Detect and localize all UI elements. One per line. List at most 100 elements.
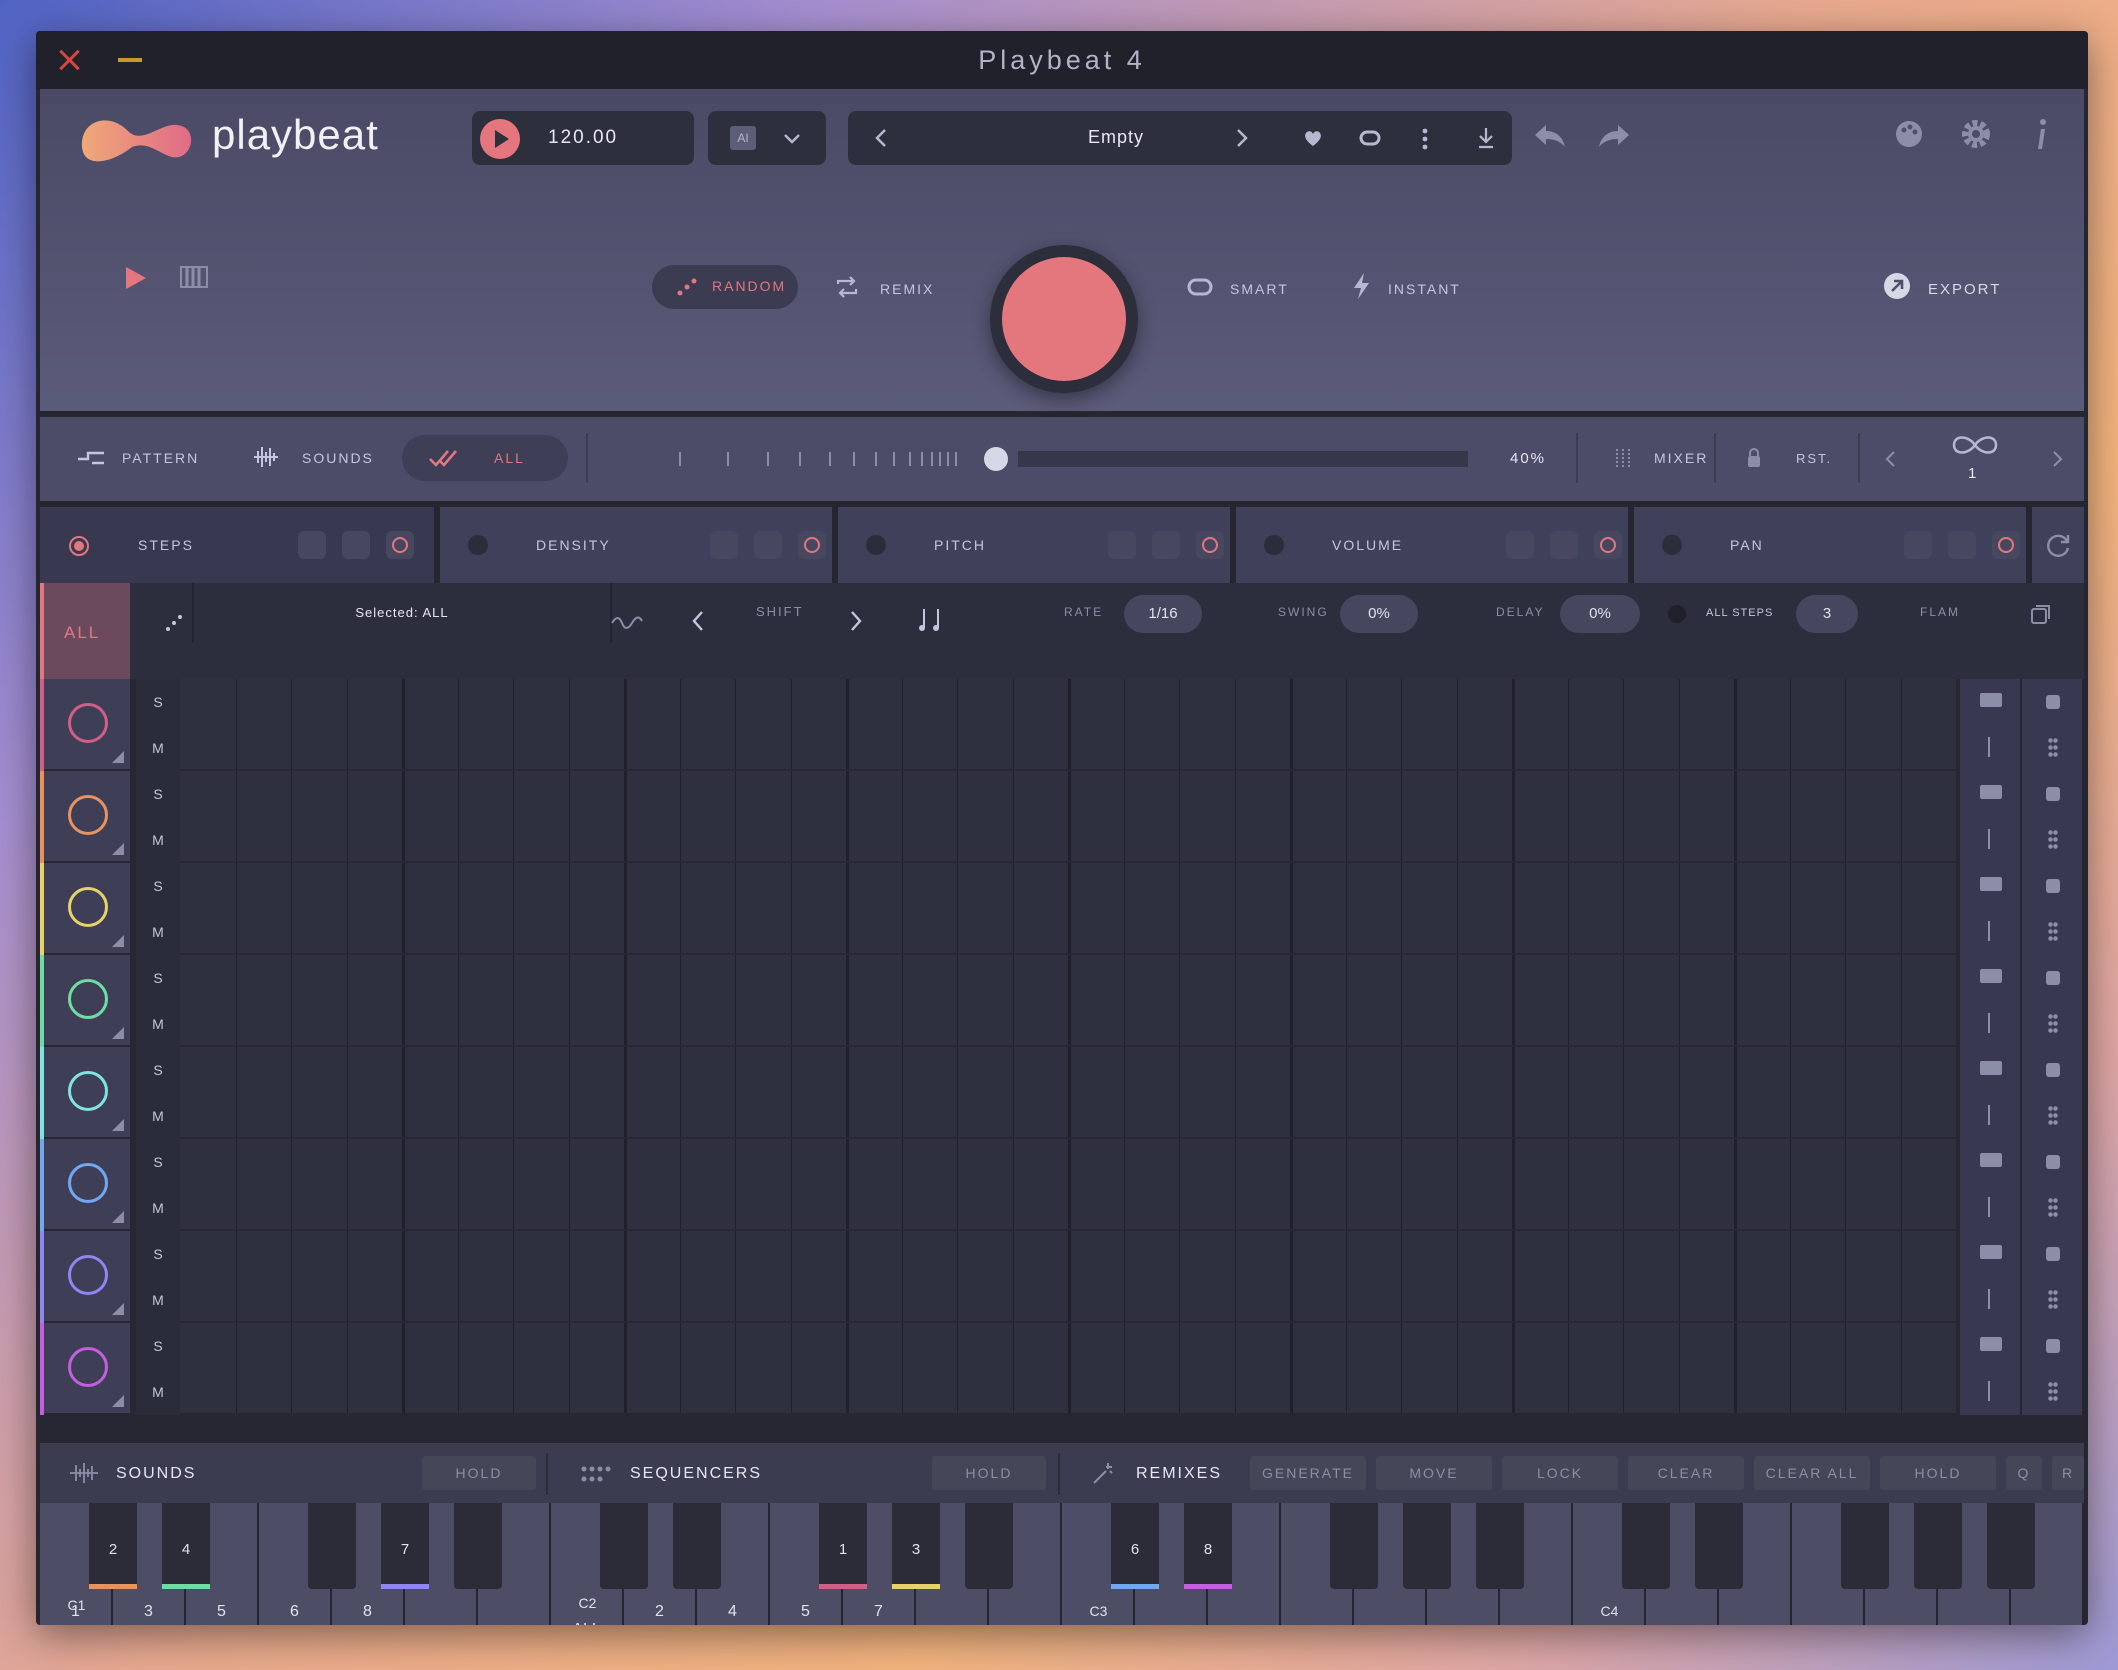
track-instrument-button[interactable] <box>44 955 130 1045</box>
redo-icon[interactable] <box>1596 121 1632 151</box>
mute-button[interactable]: M <box>136 909 180 955</box>
random-icon[interactable] <box>1506 531 1534 559</box>
pattern-tab[interactable]: PATTERN <box>122 450 199 466</box>
black-key[interactable] <box>1695 1503 1743 1589</box>
black-key[interactable] <box>1330 1503 1378 1589</box>
feature-steps[interactable]: STEPS <box>40 507 434 583</box>
density-toggle[interactable] <box>468 535 488 555</box>
lock-track-icon[interactable] <box>2022 771 2082 817</box>
download-icon[interactable] <box>1476 126 1496 150</box>
black-key[interactable] <box>1403 1503 1451 1589</box>
lock-track-icon[interactable] <box>2022 1047 2082 1093</box>
loop-prev-icon[interactable] <box>1884 449 1898 469</box>
more-icon[interactable] <box>1420 127 1430 151</box>
black-key[interactable] <box>1987 1503 2035 1589</box>
feature-volume[interactable]: VOLUME <box>1236 507 1628 583</box>
track-settings-icon[interactable] <box>1960 817 2020 863</box>
track-instrument-button[interactable] <box>44 1231 130 1321</box>
step-lane[interactable] <box>180 1139 1956 1229</box>
power-icon[interactable] <box>1196 531 1224 559</box>
track-instrument-button[interactable] <box>44 1047 130 1137</box>
mute-button[interactable]: M <box>136 1369 180 1415</box>
black-key[interactable]: 1 <box>819 1503 867 1589</box>
step-lane[interactable] <box>180 863 1956 953</box>
black-key[interactable] <box>308 1503 356 1589</box>
palette-icon[interactable] <box>1894 119 1924 149</box>
generate-button[interactable] <box>990 245 1138 393</box>
track-instrument-button[interactable] <box>44 1139 130 1229</box>
tempo-box[interactable]: 120.00 <box>472 111 694 165</box>
track-settings-icon[interactable] <box>1960 725 2020 771</box>
black-key[interactable]: 7 <box>381 1503 429 1589</box>
feature-pan[interactable]: PAN <box>1634 507 2026 583</box>
track-instrument-button[interactable] <box>44 1323 130 1413</box>
remix-hold-button[interactable]: HOLD <box>1880 1456 1996 1490</box>
reset-icon[interactable] <box>1152 531 1180 559</box>
power-icon[interactable] <box>386 531 414 559</box>
all-steps-value[interactable]: 3 <box>1796 595 1858 633</box>
preset-next-icon[interactable] <box>1232 127 1252 149</box>
drag-handle-icon[interactable] <box>2022 1277 2082 1323</box>
lock-track-icon[interactable] <box>2022 955 2082 1001</box>
notes-icon[interactable] <box>916 605 946 635</box>
track-settings-icon[interactable] <box>1960 1369 2020 1415</box>
lightning-icon[interactable] <box>1350 271 1372 301</box>
black-key[interactable]: 4 <box>162 1503 210 1589</box>
track-instrument-button[interactable] <box>44 863 130 953</box>
amount-slider[interactable] <box>640 441 1500 477</box>
solo-button[interactable]: S <box>136 955 180 1001</box>
drag-handle-icon[interactable] <box>2022 817 2082 863</box>
clear-track-icon[interactable] <box>1960 863 2020 909</box>
mute-button[interactable]: M <box>136 1277 180 1323</box>
track-settings-icon[interactable] <box>1960 1185 2020 1231</box>
black-key[interactable] <box>600 1503 648 1589</box>
reset-icon[interactable] <box>754 531 782 559</box>
lock-track-icon[interactable] <box>2022 1231 2082 1277</box>
drag-handle-icon[interactable] <box>2022 1369 2082 1415</box>
swing-value[interactable]: 0% <box>1340 595 1418 633</box>
black-key[interactable]: 3 <box>892 1503 940 1589</box>
random-icon[interactable] <box>1108 531 1136 559</box>
slider-thumb[interactable] <box>984 447 1008 471</box>
power-icon[interactable] <box>1594 531 1622 559</box>
solo-button[interactable]: S <box>136 679 180 725</box>
ai-menu[interactable]: AI <box>708 111 826 165</box>
heart-icon[interactable] <box>1302 127 1324 149</box>
reset-icon[interactable] <box>1550 531 1578 559</box>
rate-value[interactable]: 1/16 <box>1124 595 1202 633</box>
pitch-toggle[interactable] <box>866 535 886 555</box>
clear-track-icon[interactable] <box>1960 955 2020 1001</box>
sync-icon[interactable] <box>1358 127 1382 149</box>
drag-handle-icon[interactable] <box>2022 909 2082 955</box>
export-icon[interactable] <box>1882 271 1912 301</box>
pan-toggle[interactable] <box>1662 535 1682 555</box>
shift-left-icon[interactable] <box>690 609 706 633</box>
gear-icon[interactable] <box>1960 118 1992 150</box>
remix-icon[interactable] <box>834 275 860 299</box>
drag-handle-icon[interactable] <box>2022 1093 2082 1139</box>
all-steps-toggle[interactable] <box>1668 605 1686 623</box>
solo-button[interactable]: S <box>136 771 180 817</box>
preset-prev-icon[interactable] <box>872 127 892 149</box>
all-tracks-button[interactable]: ALL <box>40 583 130 679</box>
drag-handle-icon[interactable] <box>2022 1001 2082 1047</box>
tempo-value[interactable]: 120.00 <box>548 127 618 149</box>
clear-all-button[interactable]: CLEAR ALL <box>1754 1456 1870 1490</box>
sounds-tab[interactable]: SOUNDS <box>302 450 374 466</box>
drag-handle-icon[interactable] <box>2022 725 2082 771</box>
sequencers-hold-button[interactable]: HOLD <box>932 1456 1046 1490</box>
black-key[interactable]: 8 <box>1184 1503 1232 1589</box>
power-icon[interactable] <box>798 531 826 559</box>
lock-track-icon[interactable] <box>2022 1139 2082 1185</box>
track-instrument-button[interactable] <box>44 771 130 861</box>
lock-track-icon[interactable] <box>2022 679 2082 725</box>
shift-right-icon[interactable] <box>848 609 864 633</box>
solo-button[interactable]: S <box>136 1231 180 1277</box>
lock-icon[interactable] <box>1746 447 1762 469</box>
reset-icon[interactable] <box>342 531 370 559</box>
mute-button[interactable]: M <box>136 1185 180 1231</box>
remix-label[interactable]: REMIX <box>880 281 934 297</box>
track-settings-icon[interactable] <box>1960 1001 2020 1047</box>
track-instrument-button[interactable] <box>44 679 130 769</box>
preset-name[interactable]: Empty <box>1036 127 1196 148</box>
